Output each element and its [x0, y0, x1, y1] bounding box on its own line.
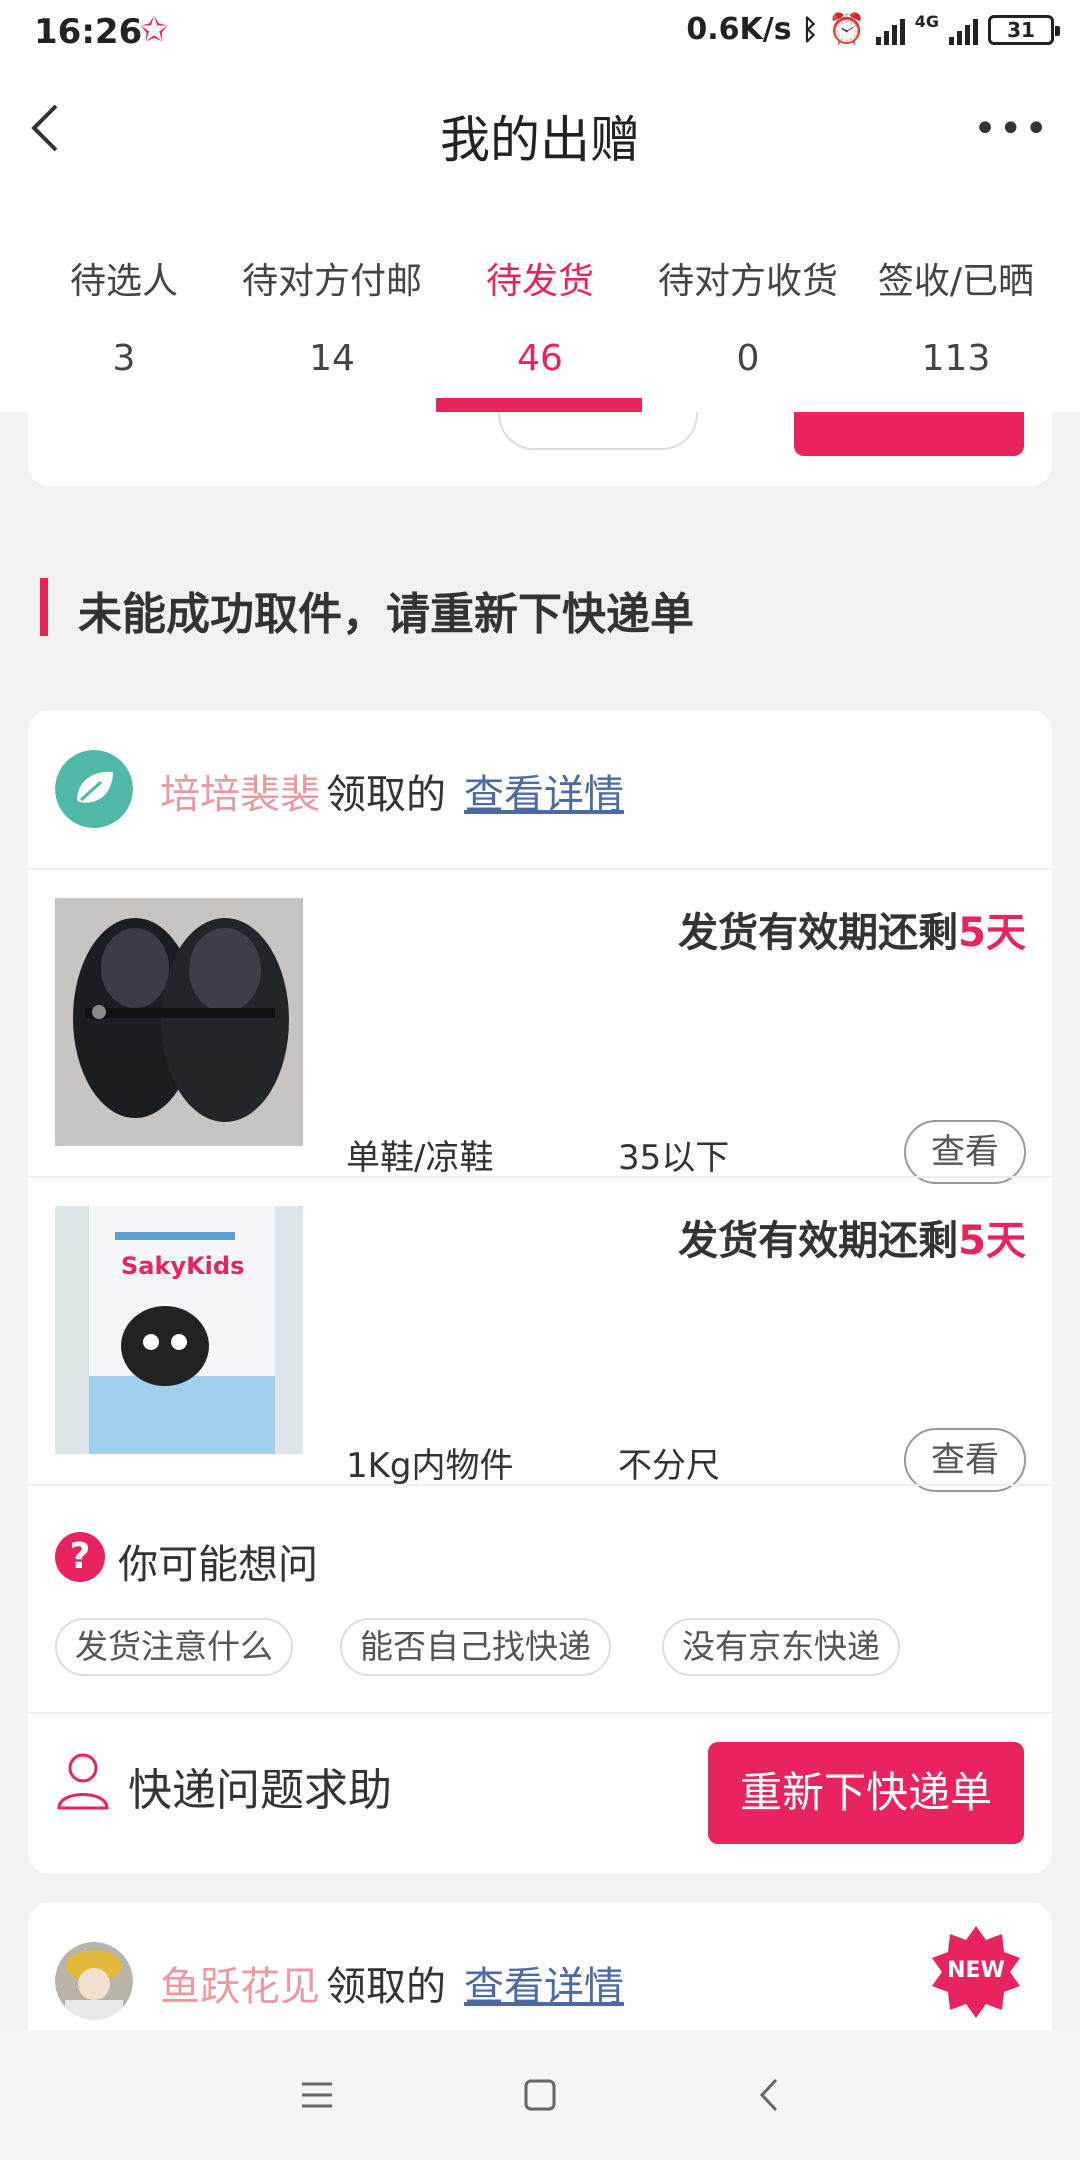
alarm-icon: ⏰: [828, 12, 866, 47]
view-item-button[interactable]: 查看: [904, 1428, 1026, 1492]
more-options-icon[interactable]: •••: [973, 109, 1050, 149]
express-help-label[interactable]: 快递问题求助: [128, 1754, 392, 1818]
tab-count: 14: [309, 338, 355, 379]
item-image-shoes[interactable]: [55, 898, 303, 1146]
divider: [28, 1712, 1052, 1714]
status-bar: 16:26 ✩ 0.6K/s ᛒ ⏰ 4G 31: [0, 0, 1080, 64]
status-right: 0.6K/s ᛒ ⏰ 4G 31: [686, 12, 1060, 47]
divider: [28, 1176, 1052, 1178]
divider: [28, 868, 1052, 870]
new-badge-text: NEW: [947, 1958, 1005, 1983]
tab-label: 待选人: [69, 261, 178, 302]
cell-signal-icon: [949, 15, 978, 45]
faq-chip[interactable]: 没有京东快递: [662, 1618, 900, 1676]
tab-pending-shipment[interactable]: 待发货 46: [432, 240, 648, 412]
system-nav-bar: [0, 2030, 1080, 2160]
reorder-express-button[interactable]: 重新下快递单: [708, 1742, 1024, 1844]
status-time: 16:26: [34, 12, 143, 52]
order-card: 培培裴裴 领取的 查看详情 发货有效期还剩5天 单鞋/凉鞋 35以下 查看 Sa…: [28, 710, 1052, 1874]
tab-count: 46: [517, 338, 563, 379]
item-image-toothpaste[interactable]: SakyKids: [55, 1206, 303, 1454]
item-category: 1Kg内物件: [346, 1446, 514, 1486]
item-size: 35以下: [618, 1138, 730, 1178]
faq-chip[interactable]: 发货注意什么: [55, 1618, 293, 1676]
view-item-button[interactable]: 查看: [904, 1120, 1026, 1184]
faq-title: 你可能想问: [118, 1542, 318, 1588]
user-help-icon[interactable]: [55, 1750, 111, 1810]
tab-indicator: [436, 398, 642, 412]
question-icon: ?: [55, 1532, 105, 1582]
tab-signed[interactable]: 签收/已晒 113: [848, 240, 1064, 412]
tab-count: 113: [921, 338, 991, 379]
item-brand: SakyKids: [121, 1252, 245, 1280]
tab-label: 待对方收货: [657, 261, 838, 302]
tab-pending-receipt[interactable]: 待对方收货 0: [640, 240, 856, 412]
tab-pending-select[interactable]: 待选人 3: [16, 240, 232, 412]
app-header: 我的出赠 •••: [0, 64, 1080, 264]
home-icon[interactable]: [515, 2070, 565, 2120]
star-notification-icon: ✩: [140, 10, 169, 50]
menu-icon[interactable]: [292, 2070, 342, 2120]
tab-label: 待对方付邮: [241, 261, 422, 302]
view-details-link[interactable]: 查看详情: [464, 1954, 624, 2012]
tab-label: 签收/已晒: [877, 261, 1035, 302]
avatar[interactable]: [55, 1942, 133, 2020]
network-type: 4G: [914, 12, 939, 31]
avatar[interactable]: [55, 750, 133, 828]
tab-label: 待发货: [485, 261, 594, 302]
donee-username[interactable]: 培培裴裴: [160, 762, 320, 820]
status-tabs: 待选人 3 待对方付邮 14 待发货 46 待对方收货 0 签收/已晒 113: [0, 240, 1080, 412]
order-card: 鱼跃花见 领取的 查看详情 NEW: [28, 1902, 1052, 2032]
item-size: 不分尺: [618, 1446, 720, 1486]
donee-username[interactable]: 鱼跃花见: [160, 1954, 320, 2012]
view-details-link[interactable]: 查看详情: [464, 762, 624, 820]
battery-level: 31: [1007, 17, 1035, 42]
tab-count: 0: [736, 338, 760, 379]
wifi-signal-icon: [875, 15, 905, 45]
back-icon[interactable]: [744, 2070, 794, 2120]
net-speed: 0.6K/s: [686, 12, 792, 47]
received-label: 领取的: [326, 772, 446, 818]
received-label: 领取的: [326, 1964, 446, 2010]
item-category: 单鞋/凉鞋: [346, 1138, 494, 1178]
section-title: 未能成功取件，请重新下快递单: [78, 589, 694, 640]
section-marker: [40, 578, 48, 636]
shipping-deadline: 发货有效期还剩5天: [678, 910, 1026, 956]
shipping-deadline: 发货有效期还剩5天: [678, 1218, 1026, 1264]
bluetooth-icon: ᛒ: [801, 13, 819, 46]
battery-icon: 31: [988, 14, 1060, 45]
faq-chip[interactable]: 能否自己找快递: [340, 1618, 611, 1676]
tab-count: 3: [112, 338, 136, 379]
tab-pending-postage[interactable]: 待对方付邮 14: [224, 240, 440, 412]
divider: [28, 1484, 1052, 1486]
page-title: 我的出赠: [440, 111, 640, 169]
